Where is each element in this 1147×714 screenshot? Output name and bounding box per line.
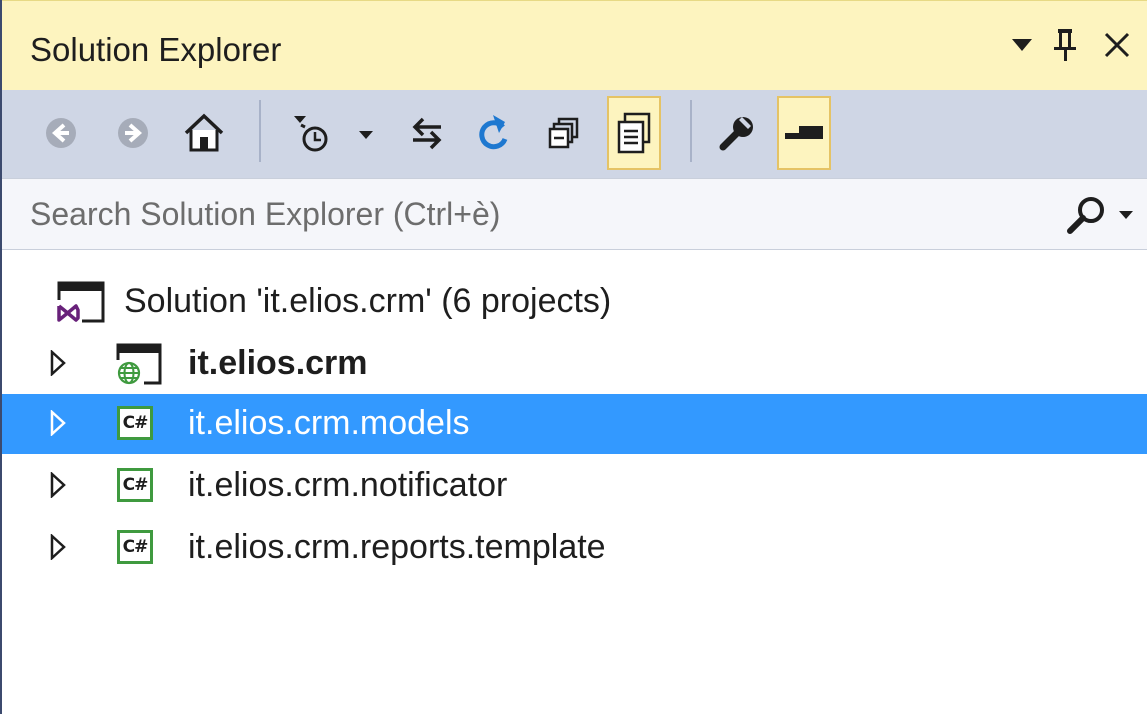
csharp-project-icon: C#: [117, 530, 153, 564]
back-icon: [46, 118, 76, 148]
sync-with-active-document-button[interactable]: [400, 96, 454, 170]
window-position-dropdown-icon[interactable]: [1002, 23, 1042, 67]
solution-tree: Solution 'it.elios.crm' (6 projects) it.…: [2, 250, 1147, 714]
pending-changes-filter-icon: [294, 116, 373, 152]
collapse-all-button[interactable]: [537, 96, 591, 170]
search-dropdown-icon[interactable]: [1118, 210, 1134, 220]
tree-item-project-selected[interactable]: C# it.elios.crm.models: [2, 394, 1147, 454]
pin-icon[interactable]: [1045, 23, 1085, 67]
search-icon: [1067, 197, 1104, 234]
panel-title: Solution Explorer: [30, 31, 282, 68]
tree-item-project[interactable]: C# it.elios.crm.notificator: [2, 456, 1147, 516]
tree-item-project[interactable]: C# it.elios.crm.reports.template: [2, 518, 1147, 578]
toolbar-separator: [690, 100, 692, 162]
show-all-files-button[interactable]: [607, 96, 661, 170]
properties-button[interactable]: [710, 96, 764, 170]
preview-selected-items-icon: [785, 126, 823, 139]
properties-wrench-icon: [719, 117, 753, 151]
refresh-button[interactable]: [466, 96, 520, 170]
solution-explorer-panel: Solution Explorer Search Solution Explor…: [0, 0, 1147, 714]
refresh-icon: [479, 115, 508, 150]
expand-arrow-icon[interactable]: [50, 350, 66, 376]
tree-item-label: Solution 'it.elios.crm' (6 projects): [124, 282, 612, 320]
show-all-files-icon: [617, 112, 651, 154]
csharp-project-icon: C#: [117, 406, 153, 440]
expand-arrow-icon[interactable]: [50, 534, 66, 560]
back-button[interactable]: [34, 96, 88, 170]
toolbar-separator: [259, 100, 261, 162]
close-icon[interactable]: [1097, 23, 1137, 67]
tree-item-project[interactable]: it.elios.crm: [2, 334, 1147, 394]
home-icon: [184, 113, 224, 152]
expand-arrow-icon[interactable]: [50, 472, 66, 498]
title-bar[interactable]: Solution Explorer: [2, 0, 1147, 90]
expand-arrow-icon[interactable]: [50, 410, 66, 436]
visual-studio-solution-icon: [56, 281, 105, 324]
sync-with-active-document-icon: [412, 117, 442, 150]
tree-item-solution[interactable]: Solution 'it.elios.crm' (6 projects): [2, 272, 1147, 332]
toolbar: [2, 90, 1147, 178]
tree-item-label: it.elios.crm.models: [188, 404, 470, 442]
forward-button[interactable]: [106, 96, 160, 170]
search-input[interactable]: [30, 193, 1030, 235]
home-button[interactable]: [177, 96, 231, 170]
web-project-icon: [114, 343, 162, 386]
search-bar: [2, 178, 1147, 250]
tree-item-label: it.elios.crm.reports.template: [188, 528, 606, 566]
tree-item-label: it.elios.crm: [188, 344, 368, 382]
preview-selected-items-button[interactable]: [777, 96, 831, 170]
csharp-project-icon: C#: [117, 468, 153, 502]
search-options-button[interactable]: [1064, 191, 1147, 239]
pending-changes-filter-button[interactable]: [287, 96, 379, 170]
tree-item-label: it.elios.crm.notificator: [188, 466, 508, 504]
forward-icon: [118, 118, 148, 148]
collapse-all-icon: [548, 117, 579, 149]
